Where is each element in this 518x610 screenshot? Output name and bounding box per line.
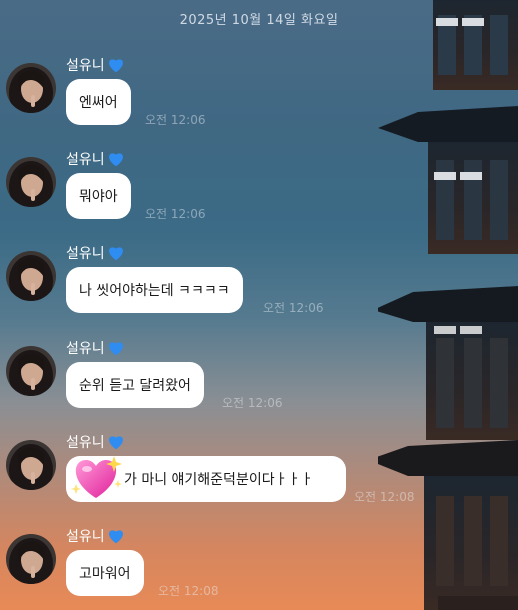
- sender-name-label: 설유니: [66, 152, 105, 168]
- message-row: 설유니 뭐야아 오전 12:06: [6, 149, 466, 241]
- message-bubble[interactable]: 가 마니 얘기해준덕분이다ㅏㅏㅏ: [66, 456, 346, 502]
- blue-heart-icon: [108, 436, 123, 450]
- avatar[interactable]: [6, 534, 56, 584]
- message-time: 오전 12:06: [145, 207, 206, 221]
- blue-heart-icon: [108, 530, 123, 544]
- avatar[interactable]: [6, 63, 56, 113]
- message-bubble[interactable]: 나 씻어야하는데 ㅋㅋㅋㅋ: [66, 267, 243, 313]
- sparkling-heart-icon: [71, 456, 122, 498]
- message-text: 고마워어: [79, 566, 131, 582]
- message-row: 설유니 가 마니 얘기해준덕분이다ㅏㅏㅏ 오전 12:08: [6, 432, 466, 524]
- sender-name-label: 설유니: [66, 435, 105, 451]
- message-bubble[interactable]: 고마워어: [66, 550, 144, 596]
- sender-name: 설유니: [66, 526, 125, 546]
- sender-name: 설유니: [66, 338, 125, 358]
- blue-heart-icon: [108, 59, 123, 73]
- message-time: 오전 12:08: [354, 490, 415, 504]
- message-row: 설유니 순위 듣고 달려왔어 오전 12:06: [6, 338, 466, 430]
- avatar[interactable]: [6, 157, 56, 207]
- sender-name: 설유니: [66, 243, 125, 263]
- message-row: 설유니 고마워어 오전 12:08: [6, 526, 466, 610]
- sender-name: 설유니: [66, 55, 125, 75]
- avatar[interactable]: [6, 251, 56, 301]
- message-time: 오전 12:06: [222, 396, 283, 410]
- blue-heart-icon: [108, 342, 123, 356]
- sender-name-label: 설유니: [66, 246, 105, 262]
- message-bubble[interactable]: 뭐야아: [66, 173, 131, 219]
- sender-name-label: 설유니: [66, 341, 105, 357]
- message-text: 순위 듣고 달려왔어: [79, 378, 191, 394]
- message-text: 나 씻어야하는데 ㅋㅋㅋㅋ: [79, 283, 230, 299]
- message-row: 설유니 엔써어 오전 12:06: [6, 55, 466, 147]
- message-time: 오전 12:08: [158, 584, 219, 598]
- message-time: 오전 12:06: [145, 113, 206, 127]
- message-bubble[interactable]: 순위 듣고 달려왔어: [66, 362, 204, 408]
- message-bubble[interactable]: 엔써어: [66, 79, 131, 125]
- message-text: 가 마니 얘기해준덕분이다ㅏㅏㅏ: [124, 472, 314, 488]
- avatar[interactable]: [6, 440, 56, 490]
- blue-heart-icon: [108, 247, 123, 261]
- sender-name: 설유니: [66, 432, 125, 452]
- sender-name-label: 설유니: [66, 529, 105, 545]
- date-header: 2025년 10월 14일 화요일: [179, 13, 339, 28]
- avatar[interactable]: [6, 346, 56, 396]
- sender-name-label: 설유니: [66, 58, 105, 74]
- message-text: 뭐야아: [79, 189, 118, 205]
- blue-heart-icon: [108, 153, 123, 167]
- message-row: 설유니 나 씻어야하는데 ㅋㅋㅋㅋ 오전 12:06: [6, 243, 466, 335]
- message-time: 오전 12:06: [263, 301, 324, 315]
- message-text: 엔써어: [79, 95, 118, 111]
- sender-name: 설유니: [66, 149, 125, 169]
